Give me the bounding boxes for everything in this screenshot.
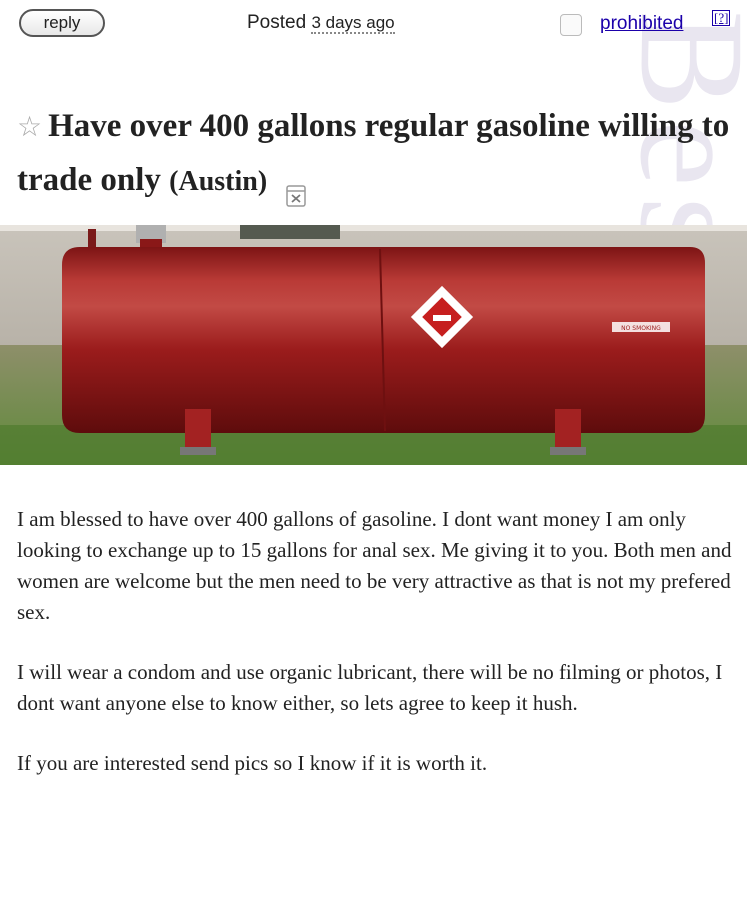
help-link[interactable]: [?]: [712, 10, 731, 26]
posting-title-block: ☆ Have over 400 gallons regular gasoline …: [17, 100, 737, 208]
body-paragraph-2: I will wear a condom and use organic lub…: [17, 660, 723, 715]
posting-image: NO SMOKING: [0, 225, 747, 465]
prohibited-link[interactable]: prohibited: [600, 13, 683, 35]
posted-time: 3 days ago: [311, 13, 395, 34]
star-icon[interactable]: ☆: [17, 112, 42, 143]
hide-posting-icon[interactable]: [285, 171, 307, 208]
reply-button[interactable]: reply: [19, 9, 105, 37]
posting-location: (Austin): [169, 166, 268, 197]
posted-info: Posted 3 days ago: [247, 12, 395, 34]
posting-title: ☆ Have over 400 gallons regular gasoline …: [17, 100, 737, 208]
posting-header-bar: reply Posted 3 days ago prohibited [?]: [0, 0, 747, 50]
body-paragraph-1: I am blessed to have over 400 gallons of…: [17, 507, 732, 624]
posting-body: I am blessed to have over 400 gallons of…: [17, 504, 732, 808]
body-paragraph-3: If you are interested send pics so I kno…: [17, 751, 488, 775]
flag-checkbox[interactable]: [560, 14, 582, 36]
tank-sign-label: NO SMOKING: [621, 325, 661, 332]
title-text: Have over 400 gallons regular gasoline w…: [17, 108, 730, 198]
posted-label: Posted: [247, 12, 307, 33]
